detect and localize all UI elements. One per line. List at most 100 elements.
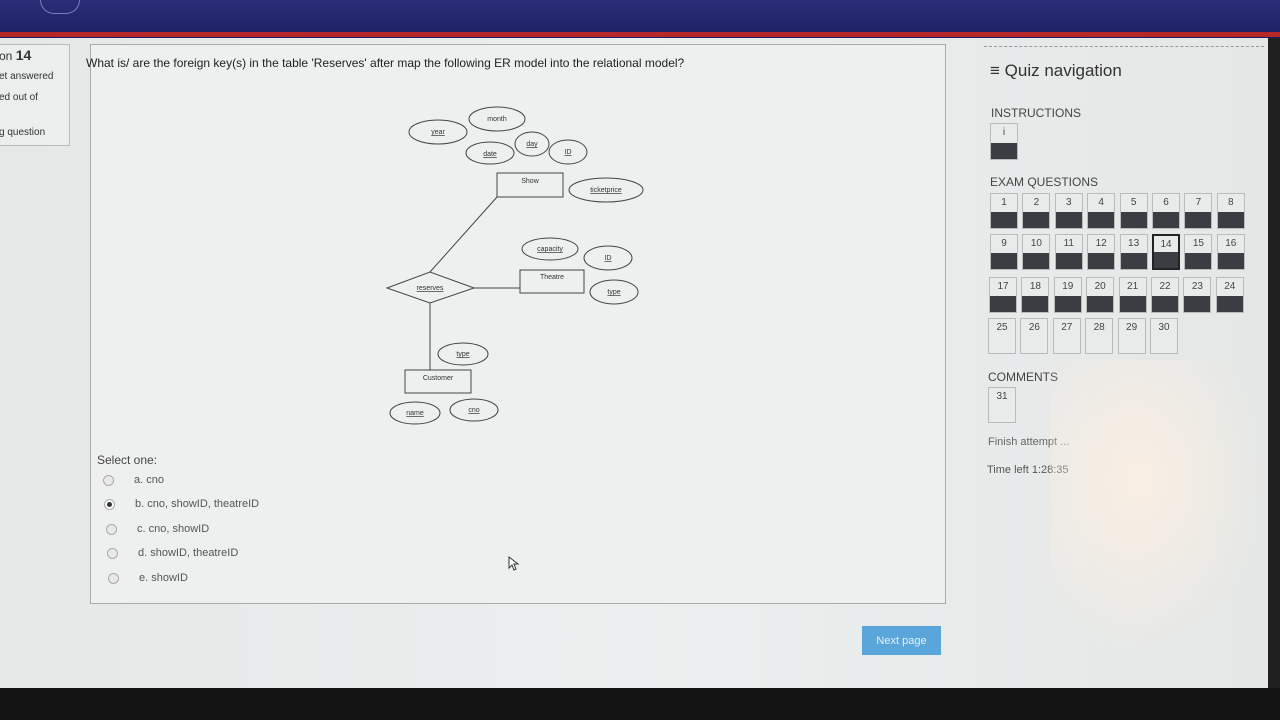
instructions-button[interactable]: i xyxy=(990,123,1018,160)
question-nav-number: 16 xyxy=(1225,238,1237,249)
answered-fill xyxy=(990,296,1016,312)
unanswered-fill xyxy=(989,337,1015,353)
question-nav-button[interactable]: 11 xyxy=(1054,234,1083,270)
question-nav-number: 12 xyxy=(1095,238,1107,249)
option-d[interactable]: d. showID, theatreID xyxy=(107,547,238,559)
question-nav-button[interactable]: 29 xyxy=(1117,318,1146,354)
question-nav-number: 24 xyxy=(1224,281,1236,292)
answered-fill xyxy=(1154,252,1178,268)
question-nav-button[interactable]: 13 xyxy=(1119,234,1148,270)
radio-e[interactable] xyxy=(108,572,119,584)
question-nav-number: 18 xyxy=(1029,281,1041,292)
quiz-navigation-title: ≡ Quiz navigation xyxy=(990,61,1122,81)
radio-c[interactable] xyxy=(106,523,117,535)
question-nav-number: 15 xyxy=(1192,238,1204,249)
question-nav-button[interactable]: 25 xyxy=(988,318,1016,354)
question-nav-number: 22 xyxy=(1159,281,1171,292)
question-nav-button[interactable]: 19 xyxy=(1053,277,1082,313)
radio-d[interactable] xyxy=(107,547,118,559)
comments-question-label: 31 xyxy=(996,391,1008,402)
institute-logo xyxy=(40,0,80,14)
question-nav-button[interactable]: 28 xyxy=(1085,318,1114,354)
question-nav-button[interactable]: 12 xyxy=(1087,234,1116,270)
option-e-label[interactable]: e. showID xyxy=(139,572,188,584)
comments-heading: COMMENTS xyxy=(988,370,1058,384)
question-nav-button[interactable]: 3 xyxy=(1054,193,1083,229)
er-diagram: year month day date ID ticketprice capac… xyxy=(385,106,644,425)
option-e[interactable]: e. showID xyxy=(108,572,188,584)
question-nav-button[interactable]: 14 xyxy=(1152,234,1180,270)
question-label: on xyxy=(0,49,13,63)
question-nav-button[interactable]: 15 xyxy=(1184,234,1213,270)
answered-fill xyxy=(1216,296,1243,312)
screen-edge xyxy=(1268,38,1280,688)
answered-fill xyxy=(1055,212,1082,228)
unanswered-fill xyxy=(989,406,1015,422)
question-nav-button[interactable]: 5 xyxy=(1119,193,1148,229)
radio-b-selected[interactable] xyxy=(104,498,115,510)
label-theatre-id: ID xyxy=(605,255,612,262)
question-number-value: 14 xyxy=(15,47,32,63)
label-show-id: ID xyxy=(565,149,572,156)
option-d-label[interactable]: d. showID, theatreID xyxy=(138,547,238,559)
question-nav-button[interactable]: 9 xyxy=(990,234,1018,270)
label-cno: cno xyxy=(468,407,479,414)
option-b[interactable]: b. cno, showID, theatreID xyxy=(104,498,259,510)
question-nav-button[interactable]: 22 xyxy=(1151,277,1179,313)
question-nav-button[interactable]: 2 xyxy=(1022,193,1051,229)
question-nav-button[interactable]: 23 xyxy=(1183,277,1212,313)
answered-fill xyxy=(1217,212,1244,228)
flag-question-link[interactable]: g question xyxy=(0,127,45,138)
question-info-box: on 14 et answered ed out of g question xyxy=(0,44,70,146)
question-nav-button[interactable]: 10 xyxy=(1022,234,1051,270)
question-nav-number: 6 xyxy=(1163,197,1169,208)
question-nav-button[interactable]: 7 xyxy=(1184,193,1213,229)
question-nav-button[interactable]: 27 xyxy=(1052,318,1081,354)
answered-fill xyxy=(991,212,1017,228)
option-a[interactable]: a. cno xyxy=(103,474,164,486)
answered-fill xyxy=(1152,296,1178,312)
question-nav-button[interactable]: 30 xyxy=(1150,318,1178,354)
instructions-heading: INSTRUCTIONS xyxy=(991,106,1081,120)
question-nav-button[interactable]: 6 xyxy=(1152,193,1180,229)
question-number: on 14 xyxy=(0,47,31,63)
label-name: name xyxy=(406,410,424,417)
question-nav-number: 1 xyxy=(1001,197,1007,208)
question-nav-number: 11 xyxy=(1063,238,1074,249)
mouse-pointer-icon xyxy=(508,556,520,571)
radio-a[interactable] xyxy=(103,474,114,486)
menu-icon: ≡ xyxy=(990,61,1000,80)
answered-fill xyxy=(1185,212,1212,228)
answered-fill xyxy=(1217,253,1244,269)
question-nav-button[interactable]: 20 xyxy=(1086,277,1115,313)
question-nav-button[interactable]: 8 xyxy=(1216,193,1245,229)
option-c-label[interactable]: c. cno, showID xyxy=(137,523,209,535)
question-nav-button[interactable]: 4 xyxy=(1087,193,1116,229)
answered-fill xyxy=(1120,212,1147,228)
next-page-button[interactable]: Next page xyxy=(862,626,941,655)
question-nav-button[interactable]: 26 xyxy=(1020,318,1049,354)
comments-question-button[interactable]: 31 xyxy=(988,387,1016,423)
answer-status: et answered xyxy=(0,71,54,82)
question-nav-button[interactable]: 17 xyxy=(989,277,1017,313)
question-nav-button[interactable]: 1 xyxy=(990,193,1018,229)
label-ticketprice: ticketprice xyxy=(590,187,622,194)
option-a-label[interactable]: a. cno xyxy=(134,474,164,486)
question-nav-number: 4 xyxy=(1098,197,1104,208)
nav-divider xyxy=(984,46,1264,47)
question-nav-number: 8 xyxy=(1228,197,1234,208)
question-nav-button[interactable]: 16 xyxy=(1216,234,1245,270)
question-nav-number: 3 xyxy=(1066,197,1072,208)
finish-attempt-link[interactable]: Finish attempt ... xyxy=(988,436,1069,448)
question-nav-button[interactable]: 24 xyxy=(1215,277,1244,313)
option-c[interactable]: c. cno, showID xyxy=(106,523,209,535)
answered-fill xyxy=(1023,253,1050,269)
answered-fill xyxy=(991,143,1017,159)
answered-fill xyxy=(1087,296,1114,312)
option-b-label[interactable]: b. cno, showID, theatreID xyxy=(135,498,259,510)
question-nav-number: 20 xyxy=(1094,281,1106,292)
question-nav-button[interactable]: 18 xyxy=(1021,277,1050,313)
banner-stripe xyxy=(0,32,1280,37)
question-nav-button[interactable]: 21 xyxy=(1118,277,1147,313)
label-theatre-type: type xyxy=(607,289,620,296)
